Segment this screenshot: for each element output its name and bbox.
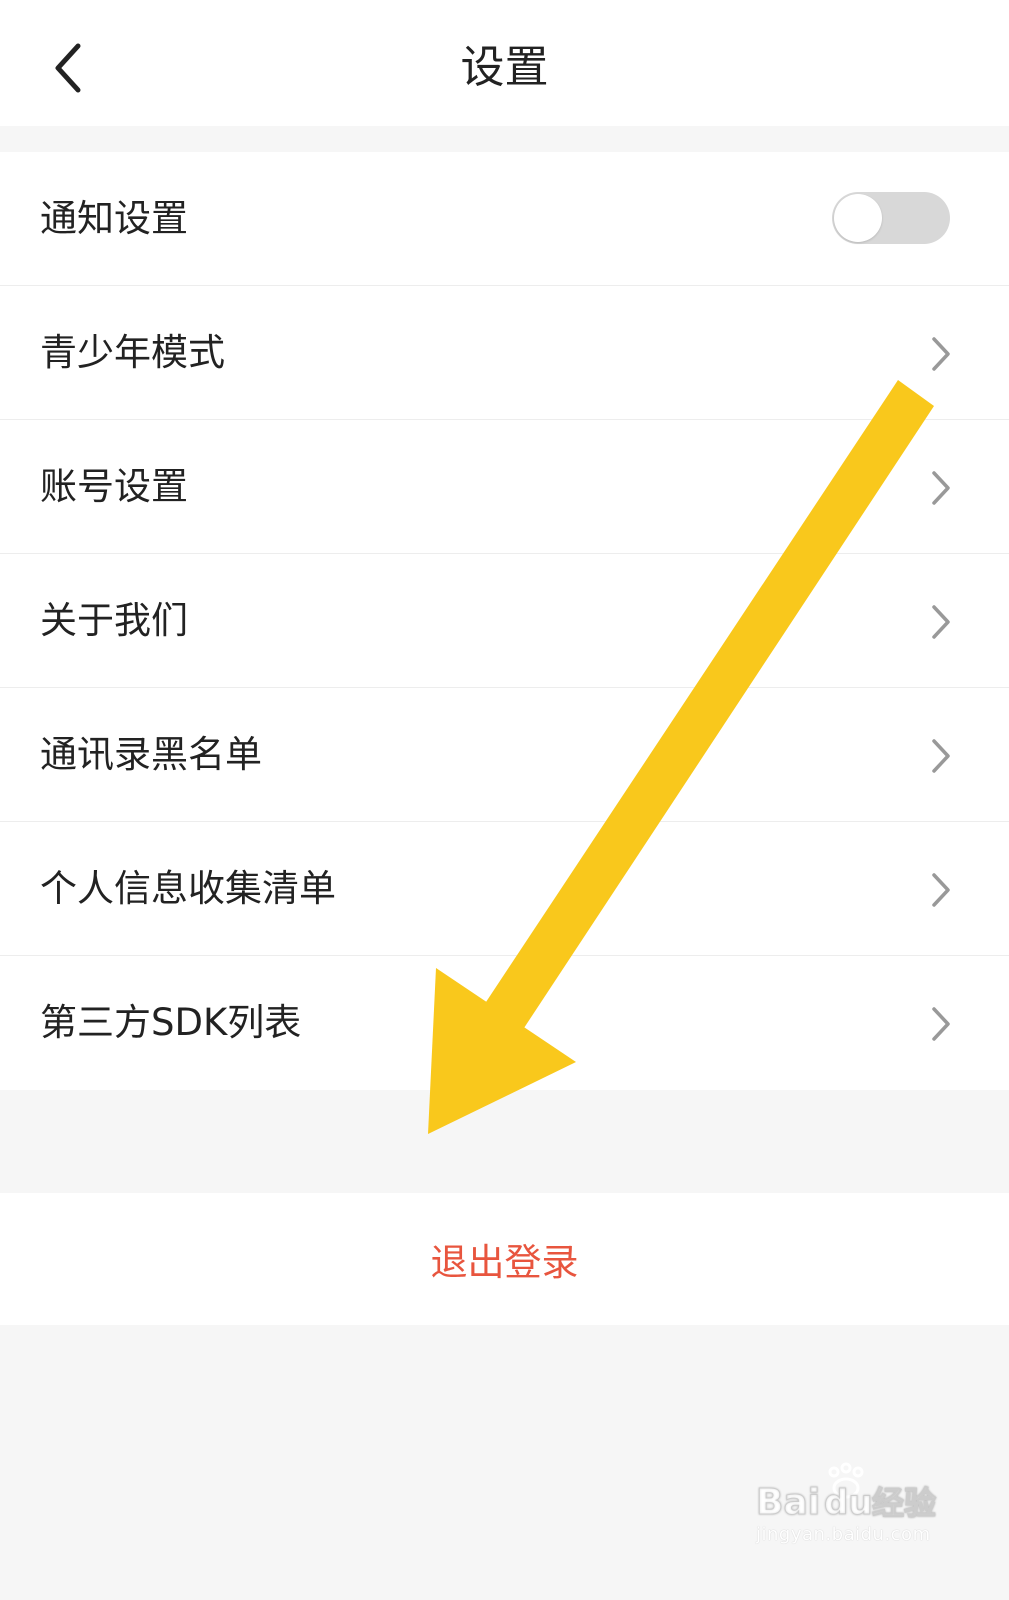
baidu-jingyan-watermark: Bai du 经验 jingyan.baidu.com (756, 1462, 956, 1562)
svg-text:Bai: Bai (756, 1482, 820, 1522)
settings-item-label: 关于我们 (40, 599, 188, 642)
settings-item-account[interactable]: 账号设置 (0, 420, 1009, 554)
settings-item-third-party-sdk[interactable]: 第三方SDK列表 (0, 956, 1009, 1090)
settings-item-label: 账号设置 (40, 465, 188, 508)
svg-text:经验: 经验 (872, 1484, 936, 1522)
top-bar: 设置 (0, 0, 1009, 126)
settings-item-teen-mode[interactable]: 青少年模式 (0, 286, 1009, 420)
chevron-right-icon (932, 337, 950, 371)
settings-item-label: 通讯录黑名单 (40, 733, 262, 776)
chevron-right-icon (932, 471, 950, 505)
logout-label: 退出登录 (430, 1241, 579, 1284)
svg-text:du: du (824, 1483, 873, 1522)
watermark-url: jingyan.baidu.com (756, 1524, 931, 1545)
settings-item-label: 通知设置 (40, 197, 188, 240)
settings-item-label: 第三方SDK列表 (40, 1001, 302, 1044)
settings-item-label: 个人信息收集清单 (40, 867, 336, 910)
settings-item-label: 青少年模式 (40, 331, 225, 374)
chevron-right-icon (932, 605, 950, 639)
settings-list: 通知设置 青少年模式 账号设置 关于我们 通讯录黑名单 个人信息收集清单 第三方… (0, 152, 1009, 1090)
chevron-right-icon (932, 873, 950, 907)
baidu-logo: Bai du 经验 (756, 1462, 937, 1522)
settings-item-notifications[interactable]: 通知设置 (0, 152, 1009, 286)
chevron-right-icon (932, 1007, 950, 1041)
settings-item-personal-info-list[interactable]: 个人信息收集清单 (0, 822, 1009, 956)
notification-toggle[interactable] (832, 192, 950, 244)
settings-item-about[interactable]: 关于我们 (0, 554, 1009, 688)
chevron-right-icon (932, 739, 950, 773)
logout-button[interactable]: 退出登录 (0, 1193, 1009, 1325)
settings-item-contacts-blacklist[interactable]: 通讯录黑名单 (0, 688, 1009, 822)
toggle-knob (834, 194, 882, 242)
page-title: 设置 (460, 42, 549, 93)
